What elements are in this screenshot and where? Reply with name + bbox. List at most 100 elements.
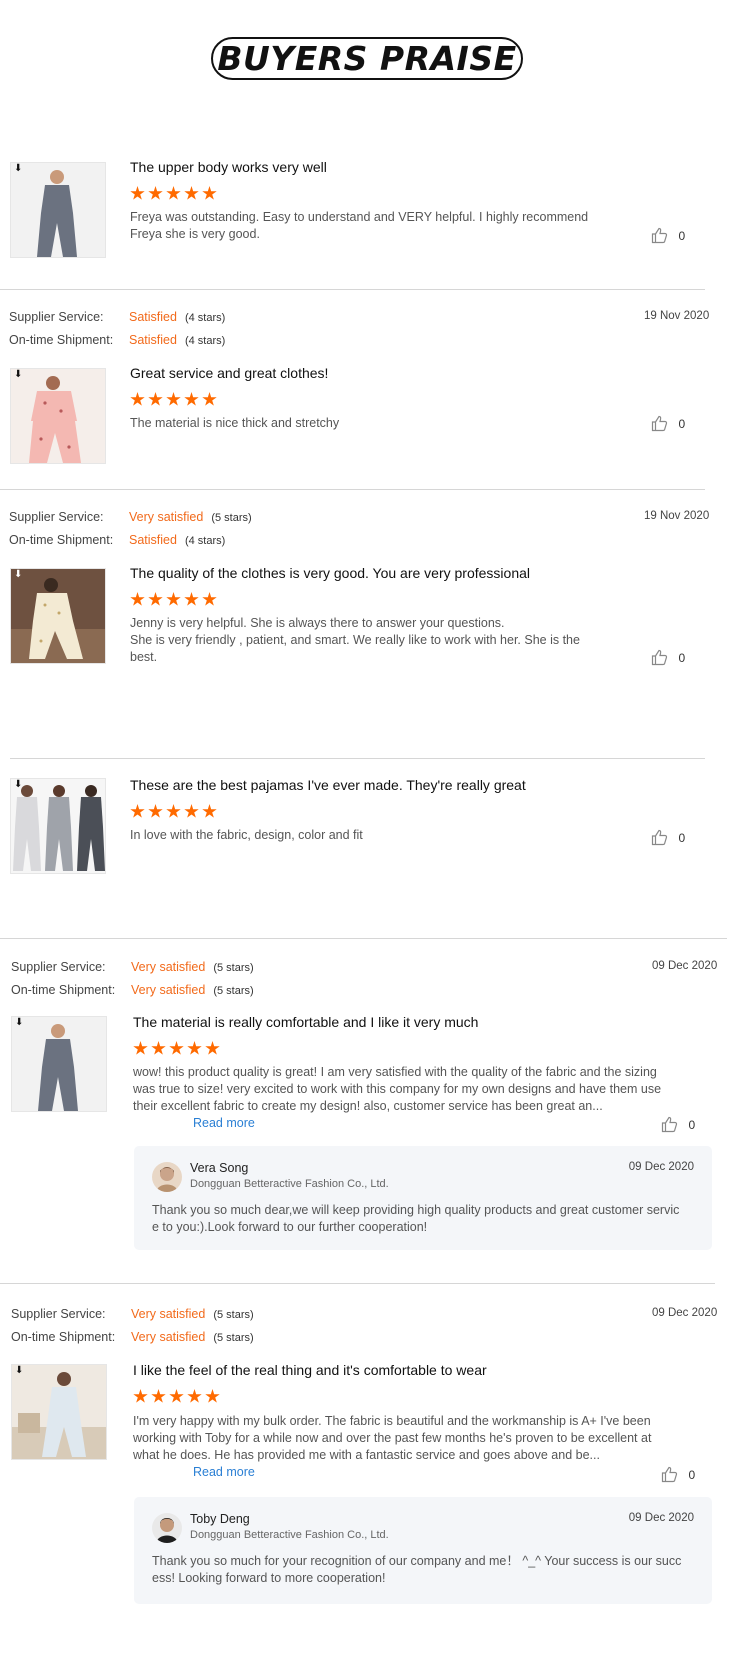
review-divider — [0, 1283, 715, 1284]
review-title: The quality of the clothes is very good.… — [130, 565, 531, 581]
expand-icon[interactable]: ⬇ — [14, 780, 22, 790]
star-icon — [130, 392, 145, 406]
like-button[interactable]: 0 — [661, 1116, 695, 1136]
thumbs-up-icon — [661, 1467, 678, 1483]
like-count: 0 — [688, 1467, 696, 1482]
page-title: BUYERS PRAISE — [211, 37, 523, 80]
star-rating — [130, 392, 220, 410]
star-icon — [148, 592, 163, 606]
review-body-text: wow! this product quality is great! I am… — [133, 1065, 662, 1113]
star-icon — [130, 804, 145, 818]
star-icon — [202, 186, 217, 200]
review-title: The upper body works very well — [130, 159, 327, 175]
star-icon — [130, 592, 145, 606]
review-date: 19 Nov 2020 — [644, 310, 710, 322]
product-thumbnail[interactable]: ⬇ — [11, 1364, 107, 1460]
like-count: 0 — [678, 416, 686, 431]
read-more-link[interactable]: Read more — [193, 1116, 255, 1130]
supplier-reply: Vera Song Dongguan Betteractive Fashion … — [134, 1146, 712, 1250]
review-title: Great service and great clothes! — [130, 365, 329, 381]
supplier-service-row: Supplier Service: Very satisfied (5 stars) — [9, 510, 252, 524]
product-thumbnail[interactable]: ⬇ — [10, 368, 106, 464]
star-icon — [184, 186, 199, 200]
star-icon — [202, 804, 217, 818]
review-text: Freya was outstanding. Easy to understan… — [130, 210, 589, 241]
like-count: 0 — [678, 830, 686, 845]
ontime-shipment-row: On-time Shipment: Very satisfied (5 stars) — [11, 983, 254, 997]
review-text: The material is nice thick and stretchy — [130, 416, 340, 430]
star-rating — [130, 592, 220, 610]
supplier-service-row: Supplier Service: Satisfied (4 stars) — [9, 310, 226, 324]
like-count: 0 — [688, 1117, 696, 1132]
product-thumbnail[interactable]: ⬇ — [10, 162, 106, 258]
expand-icon[interactable]: ⬇ — [15, 1018, 23, 1028]
review-text: wow! this product quality is great! I am… — [133, 1064, 661, 1132]
thumbs-up-icon — [651, 416, 668, 432]
thumbs-up-icon — [651, 650, 668, 666]
like-button[interactable]: 0 — [651, 227, 685, 247]
review-title: The material is really comfortable and I… — [133, 1014, 479, 1030]
expand-icon[interactable]: ⬇ — [14, 570, 22, 580]
like-button[interactable]: 0 — [651, 649, 685, 669]
product-thumbnail[interactable]: ⬇ — [10, 568, 106, 664]
star-icon — [184, 592, 199, 606]
reply-company-name: Dongguan Betteractive Fashion Co., Ltd. — [190, 1178, 389, 1190]
expand-icon[interactable]: ⬇ — [15, 1366, 23, 1376]
review-divider — [0, 938, 727, 939]
star-icon — [130, 186, 145, 200]
product-thumbnail[interactable]: ⬇ — [10, 778, 106, 874]
review-divider — [0, 489, 705, 490]
like-button[interactable]: 0 — [651, 829, 685, 849]
star-icon — [169, 1389, 184, 1403]
reply-text: Thank you so much dear,we will keep prov… — [152, 1203, 680, 1234]
star-icon — [166, 186, 181, 200]
star-icon — [133, 1041, 148, 1055]
thumbs-up-icon — [651, 228, 668, 244]
reply-author-name: Toby Deng — [190, 1512, 250, 1526]
review-date: 09 Dec 2020 — [652, 960, 718, 972]
reply-author-name: Vera Song — [190, 1161, 249, 1175]
reply-date: 09 Dec 2020 — [628, 1161, 694, 1173]
star-icon — [187, 1389, 202, 1403]
reply-text: Thank you so much for your recognition o… — [152, 1554, 682, 1585]
review-title: These are the best pajamas I've ever mad… — [130, 777, 526, 793]
product-thumbnail[interactable]: ⬇ — [11, 1016, 107, 1112]
star-rating — [133, 1041, 223, 1059]
expand-icon[interactable]: ⬇ — [14, 164, 22, 174]
star-icon — [169, 1041, 184, 1055]
star-icon — [133, 1389, 148, 1403]
expand-icon[interactable]: ⬇ — [14, 370, 22, 380]
ontime-shipment-row: On-time Shipment: Very satisfied (5 stars) — [11, 1330, 254, 1344]
avatar — [152, 1162, 182, 1192]
review-date: 09 Dec 2020 — [652, 1307, 718, 1319]
star-icon — [205, 1389, 220, 1403]
star-rating — [130, 804, 220, 822]
star-icon — [187, 1041, 202, 1055]
star-rating — [130, 186, 220, 204]
review-text: In love with the fabric, design, color a… — [130, 828, 363, 842]
like-count: 0 — [678, 228, 686, 243]
star-icon — [166, 804, 181, 818]
supplier-reply: Toby Deng Dongguan Betteractive Fashion … — [134, 1497, 712, 1604]
star-icon — [166, 592, 181, 606]
star-icon — [184, 392, 199, 406]
star-icon — [166, 392, 181, 406]
star-icon — [202, 392, 217, 406]
star-icon — [202, 592, 217, 606]
review-date: 19 Nov 2020 — [644, 510, 710, 522]
star-icon — [151, 1389, 166, 1403]
read-more-link[interactable]: Read more — [193, 1465, 255, 1479]
reply-date: 09 Dec 2020 — [628, 1512, 694, 1524]
like-button[interactable]: 0 — [651, 415, 685, 435]
star-icon — [148, 804, 163, 818]
review-title: I like the feel of the real thing and it… — [133, 1362, 487, 1378]
review-text: Jenny is very helpful. She is always the… — [130, 616, 580, 664]
review-divider — [10, 758, 705, 759]
star-icon — [184, 804, 199, 818]
like-button[interactable]: 0 — [661, 1466, 695, 1486]
review-text: I'm very happy with my bulk order. The f… — [133, 1413, 661, 1481]
supplier-service-row: Supplier Service: Very satisfied (5 stars) — [11, 1307, 254, 1321]
star-icon — [205, 1041, 220, 1055]
star-icon — [151, 1041, 166, 1055]
review-divider — [0, 289, 705, 290]
